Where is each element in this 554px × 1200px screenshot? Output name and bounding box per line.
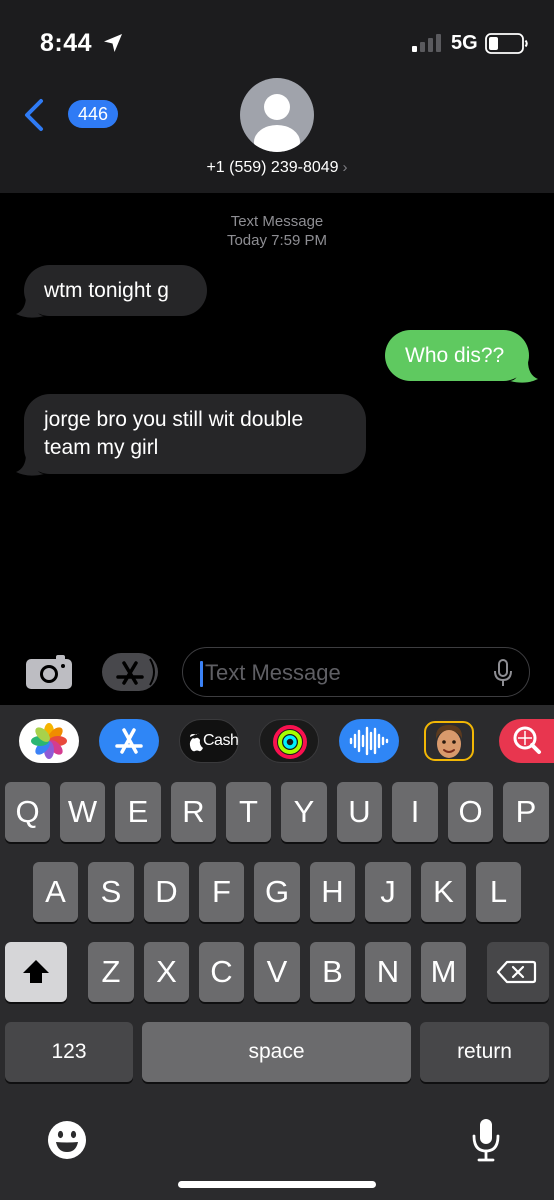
message-bubble-incoming[interactable]: jorge bro you still wit double team my g… — [24, 394, 366, 474]
shift-key[interactable] — [5, 942, 67, 1002]
key-o[interactable]: O — [448, 782, 493, 842]
key-k[interactable]: K — [421, 862, 466, 922]
web-search-icon — [513, 726, 541, 754]
key-t[interactable]: T — [226, 782, 271, 842]
unread-count-badge: 446 — [68, 100, 118, 128]
chevron-right-icon: › — [342, 159, 348, 176]
photos-icon — [31, 723, 67, 759]
app-audio-message[interactable] — [339, 719, 399, 763]
apple-cash-label: Cash — [203, 732, 239, 749]
app-store-icon — [115, 728, 143, 754]
key-e[interactable]: E — [115, 782, 161, 842]
key-m[interactable]: M — [421, 942, 466, 1002]
backspace-icon — [496, 960, 537, 984]
bubble-tail — [16, 452, 44, 476]
key-s[interactable]: S — [88, 862, 134, 922]
app-web-search[interactable] — [499, 719, 554, 763]
key-j[interactable]: J — [365, 862, 411, 922]
message-text: Who dis?? — [405, 344, 505, 367]
app-activity[interactable] — [259, 719, 319, 763]
key-l[interactable]: L — [476, 862, 521, 922]
message-text: jorge bro you still wit double team my g… — [44, 408, 304, 459]
location-arrow-icon — [104, 34, 122, 52]
key-r[interactable]: R — [171, 782, 216, 842]
key-i[interactable]: I — [392, 782, 438, 842]
key-d[interactable]: D — [144, 862, 189, 922]
key-n[interactable]: N — [365, 942, 411, 1002]
conversation-header: 8:44 5G 446 +1 (559) 239-8049 › — [0, 0, 554, 193]
audio-waveform-icon — [349, 726, 389, 756]
key-a[interactable]: A — [33, 862, 78, 922]
app-store-icon — [116, 658, 155, 686]
home-indicator[interactable] — [178, 1181, 376, 1188]
contact-number: +1 (559) 239-8049 — [206, 159, 339, 176]
key-u[interactable]: U — [337, 782, 382, 842]
key-v[interactable]: V — [254, 942, 300, 1002]
emoji-icon[interactable] — [46, 1119, 88, 1161]
service-label: Text Message — [230, 213, 324, 230]
bubble-tail — [16, 294, 44, 318]
key-z[interactable]: Z — [88, 942, 134, 1002]
dictation-mic-icon[interactable] — [493, 659, 513, 687]
battery-low-icon — [485, 33, 528, 54]
chevron-left-icon — [25, 99, 43, 131]
key-x[interactable]: X — [144, 942, 189, 1002]
message-bubble-incoming[interactable]: wtm tonight g — [24, 265, 207, 316]
key-h[interactable]: H — [310, 862, 355, 922]
shift-arrow-icon — [23, 960, 49, 983]
status-time: 8:44 — [40, 29, 93, 57]
app-app-store[interactable] — [99, 719, 159, 763]
app-store-button[interactable] — [102, 653, 158, 691]
app-apple-cash[interactable]: Cash — [179, 719, 239, 763]
app-photos[interactable] — [19, 719, 79, 763]
key-p[interactable]: P — [503, 782, 549, 842]
key-c[interactable]: C — [199, 942, 244, 1002]
space-key[interactable]: space — [142, 1022, 411, 1082]
back-button[interactable]: 446 — [22, 96, 118, 134]
message-bubble-outgoing[interactable]: Who dis?? — [385, 330, 529, 381]
message-input-placeholder: Text Message — [205, 660, 341, 685]
dictation-icon[interactable] — [470, 1117, 502, 1163]
contact-details-button[interactable]: +1 (559) 239-8049 › — [0, 159, 554, 177]
camera-icon[interactable] — [24, 653, 74, 691]
key-q[interactable]: Q — [5, 782, 50, 842]
delete-key[interactable] — [487, 942, 549, 1002]
key-b[interactable]: B — [310, 942, 355, 1002]
network-type: 5G — [451, 32, 478, 54]
bubble-tail — [510, 359, 538, 383]
activity-rings-icon — [273, 725, 307, 759]
return-key[interactable]: return — [420, 1022, 549, 1082]
message-text: wtm tonight g — [44, 279, 169, 302]
message-input[interactable]: Text Message — [182, 647, 530, 697]
key-w[interactable]: W — [60, 782, 105, 842]
thread-meta: Text Message Today 7:59 PM — [0, 212, 554, 250]
numbers-key[interactable]: 123 — [5, 1022, 133, 1082]
person-silhouette-icon — [254, 94, 300, 152]
cellular-signal-icon — [412, 34, 441, 52]
memoji-icon — [424, 721, 474, 761]
app-memoji[interactable] — [419, 719, 479, 763]
key-g[interactable]: G — [254, 862, 300, 922]
contact-avatar[interactable] — [240, 78, 314, 152]
message-timestamp: Today 7:59 PM — [226, 232, 328, 249]
key-f[interactable]: F — [199, 862, 244, 922]
key-y[interactable]: Y — [281, 782, 327, 842]
text-cursor — [200, 661, 203, 687]
